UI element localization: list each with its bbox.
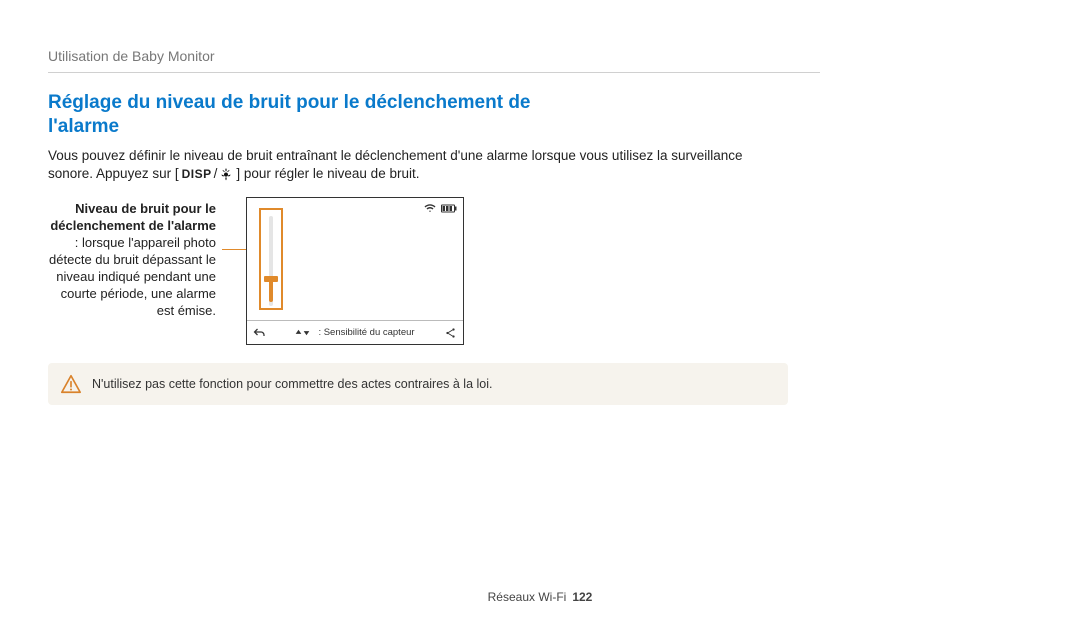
macro-flower-icon [219, 167, 233, 181]
breadcrumb: Utilisation de Baby Monitor [48, 48, 820, 64]
back-icon[interactable] [253, 327, 265, 339]
device-screen: : Sensibilité du capteur [246, 197, 464, 345]
disp-label: DISP [182, 168, 212, 180]
device-screen-main [247, 198, 463, 320]
figure: Niveau de bruit pour le déclenchement de… [48, 197, 820, 345]
section-heading: Réglage du niveau de bruit pour le décle… [48, 91, 568, 139]
body-text-post: ] pour régler le niveau de bruit. [236, 166, 419, 181]
footer-label: Réseaux Wi-Fi [488, 590, 567, 604]
device-bottom-label: : Sensibilité du capteur [318, 327, 414, 338]
body-paragraph: Vous pouvez définir le niveau de bruit e… [48, 147, 778, 184]
button-combo: DISP/ [182, 165, 234, 183]
wifi-icon [424, 203, 436, 213]
callout-pointer [224, 197, 238, 250]
callout-text: Niveau de bruit pour le déclenchement de… [48, 197, 216, 319]
slider-handle[interactable] [264, 276, 278, 282]
divider [48, 72, 820, 73]
callout-title: Niveau de bruit pour le déclenchement de… [50, 201, 216, 233]
up-down-icon [295, 329, 310, 336]
slash: / [214, 165, 218, 183]
page-footer: Réseaux Wi-Fi 122 [0, 590, 1080, 604]
device-bottom-bar: : Sensibilité du capteur [247, 320, 463, 344]
battery-icon [441, 204, 457, 213]
noise-level-slider[interactable] [259, 208, 283, 310]
page-number: 122 [572, 590, 592, 604]
callout-sep: : [75, 235, 82, 250]
share-icon[interactable] [445, 327, 457, 339]
warning-text: N'utilisez pas cette fonction pour comme… [92, 377, 493, 391]
status-bar [424, 203, 457, 213]
warning-box: N'utilisez pas cette fonction pour comme… [48, 363, 788, 405]
warning-icon [60, 373, 82, 395]
